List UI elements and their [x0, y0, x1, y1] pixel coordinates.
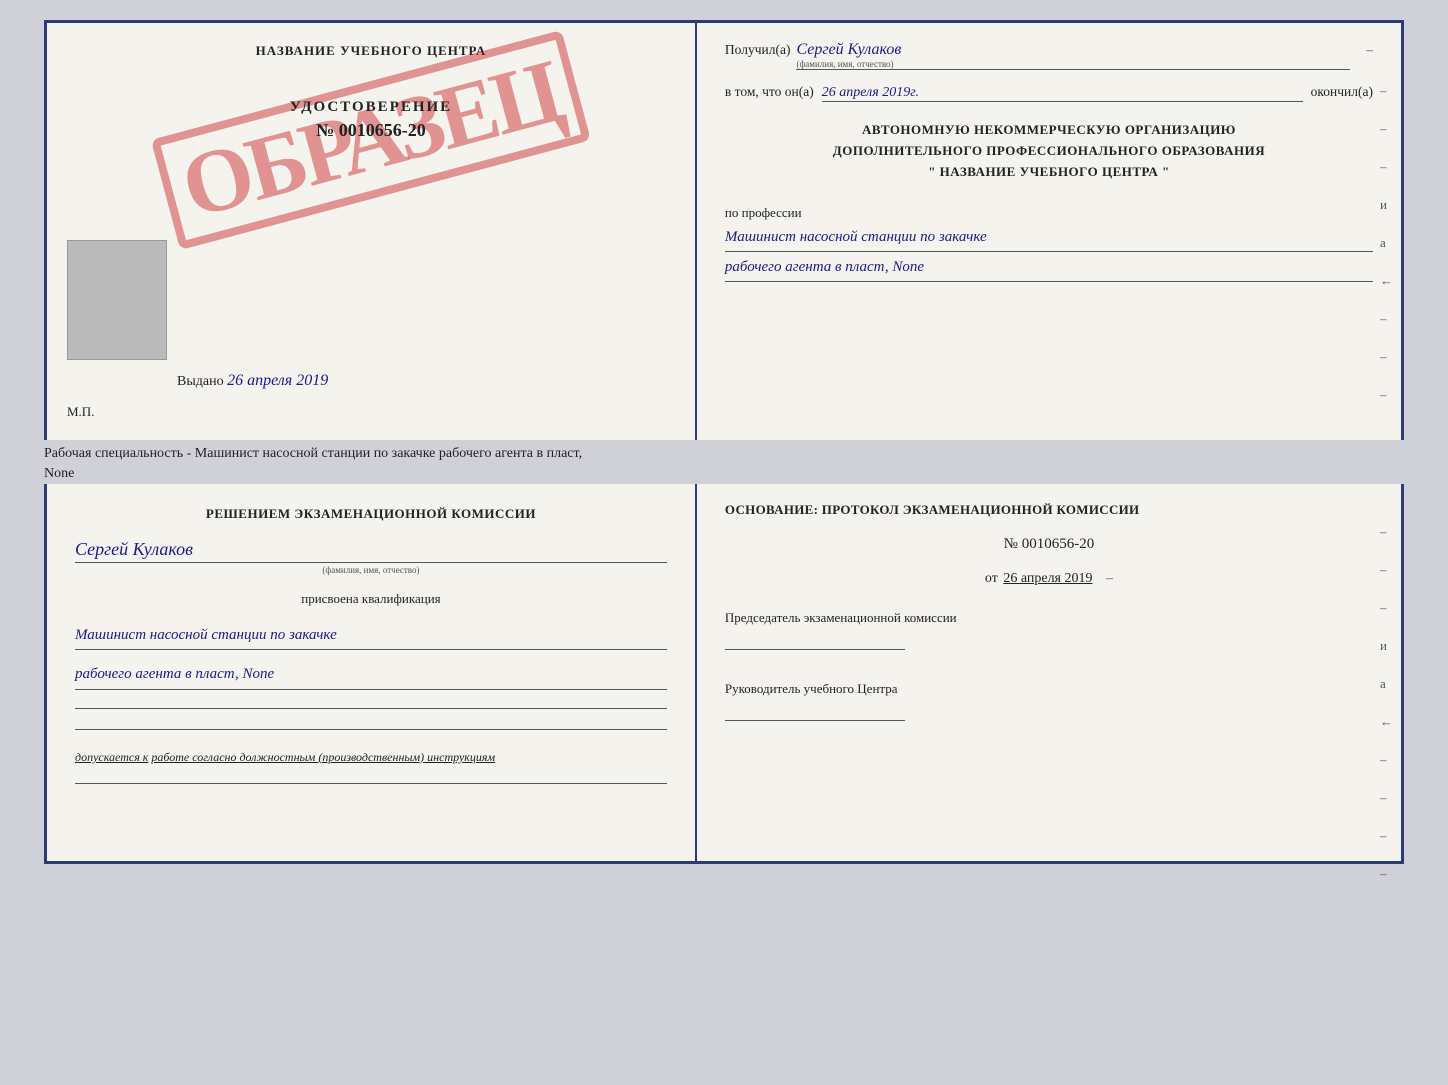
mp-label: М.П. — [67, 404, 94, 420]
top-left-panel: НАЗВАНИЕ УЧЕБНОГО ЦЕНТРА ОБРАЗЕЦ УДОСТОВ… — [47, 23, 697, 440]
predsedatel-label: Председатель экзаменационной комиссии — [725, 609, 1373, 627]
profession-line1: Машинист насосной станции по закачке — [725, 224, 1373, 252]
okonchil-label: окончил(а) — [1311, 84, 1373, 100]
dopuskaetsya-value: работе согласно должностным (производств… — [151, 750, 495, 764]
poluchil-row: Получил(a) Сергей Кулаков (фамилия, имя,… — [725, 41, 1373, 70]
line3 — [75, 783, 667, 784]
top-right-panel: Получил(a) Сергей Кулаков (фамилия, имя,… — [697, 23, 1401, 440]
qual-line2: рабочего агента в пласт, None — [75, 660, 667, 690]
specialty-none: None — [44, 466, 1404, 482]
bottom-right-panel: Основание: протокол экзаменационной коми… — [697, 484, 1401, 861]
separator-area: Рабочая специальность - Машинист насосно… — [44, 440, 1404, 484]
rukovoditel-label: Руководитель учебного Центра — [725, 680, 1373, 698]
specialty-full-label: Рабочая специальность - Машинист насосно… — [44, 446, 1404, 466]
vydano-date: 26 апреля 2019 — [227, 372, 328, 389]
udostoverenie-block: УДОСТОВЕРЕНИЕ № 0010656-20 — [290, 99, 453, 141]
profession-block: по профессии Машинист насосной станции п… — [725, 204, 1373, 282]
line2 — [75, 729, 667, 730]
top-center-title: НАЗВАНИЕ УЧЕБНОГО ЦЕНТРА — [256, 43, 487, 59]
familiya-hint: (фамилия, имя, отчество) — [796, 59, 1350, 69]
name-value: Сергей Кулаков — [75, 539, 667, 563]
org-block: АВТОНОМНУЮ НЕКОММЕРЧЕСКУЮ ОРГАНИЗАЦИЮ ДО… — [725, 120, 1373, 182]
protocol-date-value: 26 апреля 2019 — [1003, 571, 1092, 586]
osnovanie-title: Основание: протокол экзаменационной коми… — [725, 502, 1373, 518]
right-dashes: – – – и а ← – – – — [1380, 83, 1393, 403]
qual-line1: Машинист насосной станции по закачке — [75, 621, 667, 651]
right-dashes-bottom: – – – и а ← – – – – — [1380, 524, 1393, 882]
bottom-left-panel: Решением экзаменационной комиссии Сергей… — [47, 484, 697, 861]
protocol-date-row: от 26 апреля 2019 – — [725, 571, 1373, 587]
top-certificate: НАЗВАНИЕ УЧЕБНОГО ЦЕНТРА ОБРАЗЕЦ УДОСТОВ… — [44, 20, 1404, 440]
po-professii-label: по профессии — [725, 205, 802, 220]
poluchil-label: Получил(a) — [725, 42, 791, 58]
prisvoena-label: присвоена квалификация — [75, 591, 667, 607]
bottom-certificate: Решением экзаменационной комиссии Сергей… — [44, 484, 1404, 864]
photo-placeholder — [67, 240, 167, 360]
vydano-label: Выдано — [177, 374, 224, 389]
predsedatel-block: Председатель экзаменационной комиссии — [725, 609, 1373, 650]
name-familiya-hint: (фамилия, имя, отчество) — [75, 565, 667, 575]
udostoverenie-number: № 0010656-20 — [290, 120, 453, 141]
v-tom-date: 26 апреля 2019г. — [822, 85, 1303, 102]
predsedatel-line — [725, 649, 905, 650]
komissia-title: Решением экзаменационной комиссии — [75, 504, 667, 525]
dash-after-name: – — [1366, 42, 1373, 58]
vydano-line: Выдано 26 апреля 2019 — [177, 372, 328, 390]
bottom-lines — [75, 708, 667, 730]
v-tom-row: в том, что он(а) 26 апреля 2019г. окончи… — [725, 84, 1373, 102]
dopuskaetsya-block: допускается к работе согласно должностны… — [75, 750, 667, 765]
udostoverenie-title: УДОСТОВЕРЕНИЕ — [290, 99, 453, 116]
poluchil-value: Сергей Кулаков (фамилия, имя, отчество) — [796, 41, 1350, 70]
profession-line2: рабочего агента в пласт, None — [725, 254, 1373, 282]
protocol-number: № 0010656-20 — [725, 536, 1373, 553]
line1 — [75, 708, 667, 709]
name-block: Сергей Кулаков (фамилия, имя, отчество) — [75, 535, 667, 575]
rukovoditel-block: Руководитель учебного Центра — [725, 680, 1373, 721]
v-tom-label: в том, что он(а) — [725, 84, 814, 100]
rukovoditel-line — [725, 720, 905, 721]
